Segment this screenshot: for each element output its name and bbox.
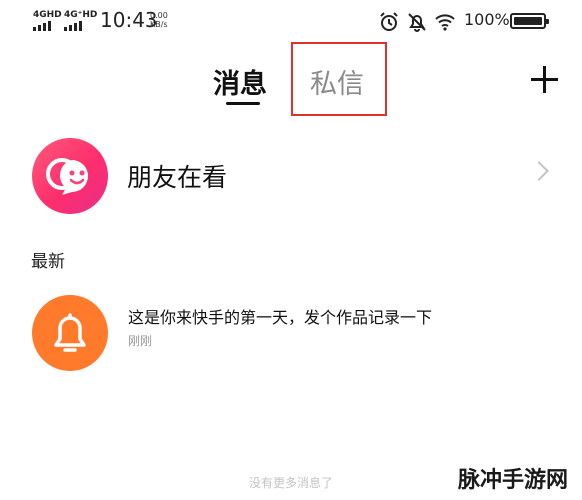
battery-percent: 100%: [464, 10, 510, 29]
friends-watching-row[interactable]: 朋友在看: [0, 134, 582, 218]
notification-avatar: [32, 295, 108, 371]
battery-fill: [514, 17, 542, 25]
mute-bell-icon: [408, 13, 426, 32]
tab-messages[interactable]: 消息: [213, 62, 267, 101]
watermark-logo: 脉冲手游网: [458, 468, 569, 493]
active-tab-indicator: [226, 102, 260, 105]
tab-direct-messages[interactable]: 私信: [310, 62, 364, 101]
battery-icon: [510, 13, 549, 29]
signal-sim2-label: 4G⁺HD: [64, 10, 98, 20]
notification-text: 这是你来快手的第一天，发个作品记录一下: [128, 308, 433, 327]
network-speed: 0.00 KB/s: [150, 11, 168, 29]
speech-bubble-face-icon: [46, 158, 88, 195]
signal-sim1: 4GHD: [33, 10, 62, 31]
wifi-icon: [435, 14, 455, 31]
friends-watching-title: 朋友在看: [127, 163, 228, 192]
signal-bars-icon: [64, 21, 86, 31]
friends-watching-avatar: [32, 138, 108, 214]
bell-icon: [54, 313, 86, 352]
signal-bars-icon: [33, 21, 55, 31]
alarm-icon: [380, 12, 398, 31]
clock: 10:43: [100, 8, 158, 32]
signal-sim2: 4G⁺HD: [64, 10, 98, 31]
network-speed-unit: KB/s: [150, 20, 168, 29]
signal-sim1-label: 4GHD: [33, 10, 62, 20]
notification-item[interactable]: 这是你来快手的第一天，发个作品记录一下 刚刚: [0, 295, 582, 375]
notification-time: 刚刚: [128, 334, 153, 348]
chevron-right-icon: [529, 161, 549, 181]
status-bar: 4GHD 4G⁺HD 10:43 0.00 KB/s 100%: [0, 0, 582, 44]
add-button[interactable]: [528, 63, 560, 95]
section-label-latest: 最新: [31, 252, 65, 272]
network-speed-value: 0.00: [150, 11, 168, 20]
